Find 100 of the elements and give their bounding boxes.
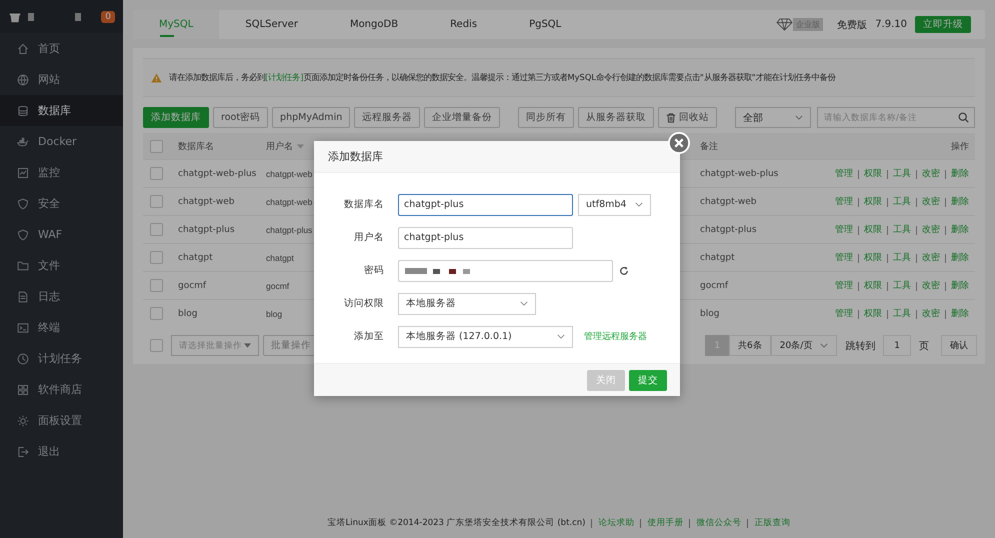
page-input[interactable]: 1 (883, 335, 911, 356)
checkbox[interactable] (150, 195, 163, 208)
sidebar-item[interactable]: 网站 (0, 64, 123, 95)
action-link[interactable]: 工具 (887, 226, 911, 234)
confirm-button[interactable]: 确认 (941, 335, 977, 356)
sidebar-item[interactable]: 计划任务 (0, 343, 123, 374)
toolbar-button[interactable]: 回收站 (658, 107, 718, 128)
sidebar-item[interactable]: 安全 (0, 188, 123, 219)
action-link[interactable]: 改密 (916, 198, 940, 206)
dialog-button[interactable]: 提交 (629, 370, 667, 390)
action-link[interactable]: 权限 (858, 310, 882, 318)
sidebar-item[interactable]: 文件 (0, 250, 123, 281)
checkbox[interactable] (150, 339, 163, 352)
column-header: 数据库名 (177, 133, 265, 160)
action-link[interactable]: 删除 (945, 282, 969, 290)
checkbox[interactable] (150, 223, 163, 236)
checkbox[interactable] (150, 140, 163, 152)
footer-link[interactable]: 论坛求助 (591, 518, 634, 528)
action-link[interactable]: 工具 (887, 282, 911, 290)
checkbox[interactable] (150, 167, 163, 180)
search-icon[interactable] (958, 112, 969, 123)
sidebar-item[interactable]: Docker (0, 126, 123, 157)
notification-badge[interactable]: 0 (101, 10, 115, 22)
table-cell: chatgpt-plus (177, 216, 265, 244)
checkbox[interactable] (150, 279, 163, 292)
action-link[interactable]: 权限 (858, 226, 882, 234)
sidebar-item[interactable]: 面板设置 (0, 405, 123, 436)
toolbar-button[interactable]: phpMyAdmin (272, 107, 350, 128)
sort-icon[interactable] (297, 144, 304, 148)
action-link[interactable]: 管理 (835, 198, 853, 206)
toolbar-button[interactable]: root密码 (213, 107, 268, 128)
action-link[interactable]: 工具 (887, 254, 911, 262)
input-field[interactable]: chatgpt-plus (398, 226, 573, 248)
toolbar-button[interactable]: 远程服务器 (354, 107, 420, 128)
action-link[interactable]: 删除 (945, 198, 969, 206)
action-link[interactable]: 改密 (916, 282, 940, 290)
table-cell: chatgpt-web-plus (177, 160, 265, 188)
charset-select[interactable]: utf8mb4 (578, 194, 651, 216)
action-link[interactable]: 管理 (835, 254, 853, 262)
database-tab[interactable]: MySQL (133, 10, 220, 39)
notice-text: 请在添加数据库后，务必到[计划任务]页面添加定时备份任务，以确保您的数据安全。温馨提示：通过第三方或者MySQL命令行创建的数据库需要点击"从服务器获取"才能在计划任务中备份 (169, 72, 836, 83)
sidebar-item[interactable]: 首页 (0, 33, 123, 64)
copyright-text: 宝塔Linux面板 ©2014-2023 广东堡塔安全技术有限公司 (bt.cn) (328, 517, 586, 529)
database-tab[interactable]: MongoDB (324, 10, 424, 39)
toolbar-button[interactable]: 从服务器获取 (578, 107, 654, 128)
action-link[interactable]: 管理 (835, 226, 853, 234)
search-field[interactable]: 请输入数据库名称/备注 (817, 107, 975, 128)
batch-select[interactable]: 请选择批量操作 (171, 335, 259, 356)
grid-icon (17, 384, 29, 396)
toolbar-button[interactable]: 同步所有 (518, 107, 574, 128)
filter-select[interactable]: 全部 (735, 107, 811, 128)
sidebar-item[interactable]: WAF (0, 219, 123, 250)
footer-link[interactable]: 正版查询 (747, 518, 790, 528)
sidebar-item[interactable]: 日志 (0, 281, 123, 312)
action-link[interactable]: 删除 (945, 254, 969, 262)
upgrade-button[interactable]: 立即升级 (915, 16, 971, 33)
dropdown-select[interactable]: 本地服务器 (398, 292, 536, 314)
field-label: 添加至 (353, 330, 384, 343)
action-link[interactable]: 改密 (916, 170, 940, 178)
action-link[interactable]: 改密 (916, 254, 940, 262)
close-icon[interactable] (668, 132, 690, 154)
action-link[interactable]: 删除 (945, 170, 969, 178)
database-icon (17, 104, 29, 116)
action-link[interactable]: 权限 (858, 198, 882, 206)
action-link[interactable]: 管理 (835, 310, 853, 318)
database-tab[interactable]: PgSQL (503, 10, 588, 39)
database-tab[interactable]: SQLServer (219, 10, 324, 39)
toolbar-button[interactable]: 企业增量备份 (424, 107, 500, 128)
action-link[interactable]: 管理 (835, 282, 853, 290)
sidebar-item[interactable]: 数据库 (0, 95, 123, 126)
sidebar-item[interactable]: 退出 (0, 436, 123, 467)
action-link[interactable]: 工具 (887, 310, 911, 318)
sidebar-item[interactable]: 监控 (0, 157, 123, 188)
page-size-select[interactable]: 20条/页 (770, 335, 838, 356)
action-link[interactable]: 权限 (858, 170, 882, 178)
action-link[interactable]: 改密 (916, 226, 940, 234)
action-link[interactable]: 改密 (916, 310, 940, 318)
toolbar-button[interactable]: 添加数据库 (143, 107, 209, 128)
password-field[interactable] (398, 260, 613, 282)
sidebar-item[interactable]: 终端 (0, 312, 123, 343)
table-cell: chatgpt-web-plus (699, 160, 800, 188)
dropdown-select[interactable]: 本地服务器 (127.0.0.1) (398, 326, 573, 348)
refresh-icon[interactable] (619, 266, 629, 276)
footer-link[interactable]: 使用手册 (640, 518, 684, 528)
action-link[interactable]: 工具 (887, 170, 911, 178)
action-link[interactable]: 权限 (858, 254, 882, 262)
action-link[interactable]: 权限 (858, 282, 882, 290)
action-link[interactable]: 删除 (945, 310, 969, 318)
manage-servers-link[interactable]: 管理远程服务器 (584, 330, 647, 343)
action-link[interactable]: 删除 (945, 226, 969, 234)
scheduled-tasks-link[interactable]: [计划任务] (265, 72, 304, 82)
footer-link[interactable]: 微信公众号 (689, 518, 742, 528)
action-link[interactable]: 工具 (887, 198, 911, 206)
input-field[interactable]: chatgpt-plus (398, 194, 573, 216)
checkbox[interactable] (150, 307, 163, 320)
sidebar-item[interactable]: 软件商店 (0, 374, 123, 405)
column-header[interactable]: 用户名 (266, 142, 293, 152)
action-link[interactable]: 管理 (835, 170, 853, 178)
database-tab[interactable]: Redis (424, 10, 504, 39)
checkbox[interactable] (150, 251, 163, 264)
